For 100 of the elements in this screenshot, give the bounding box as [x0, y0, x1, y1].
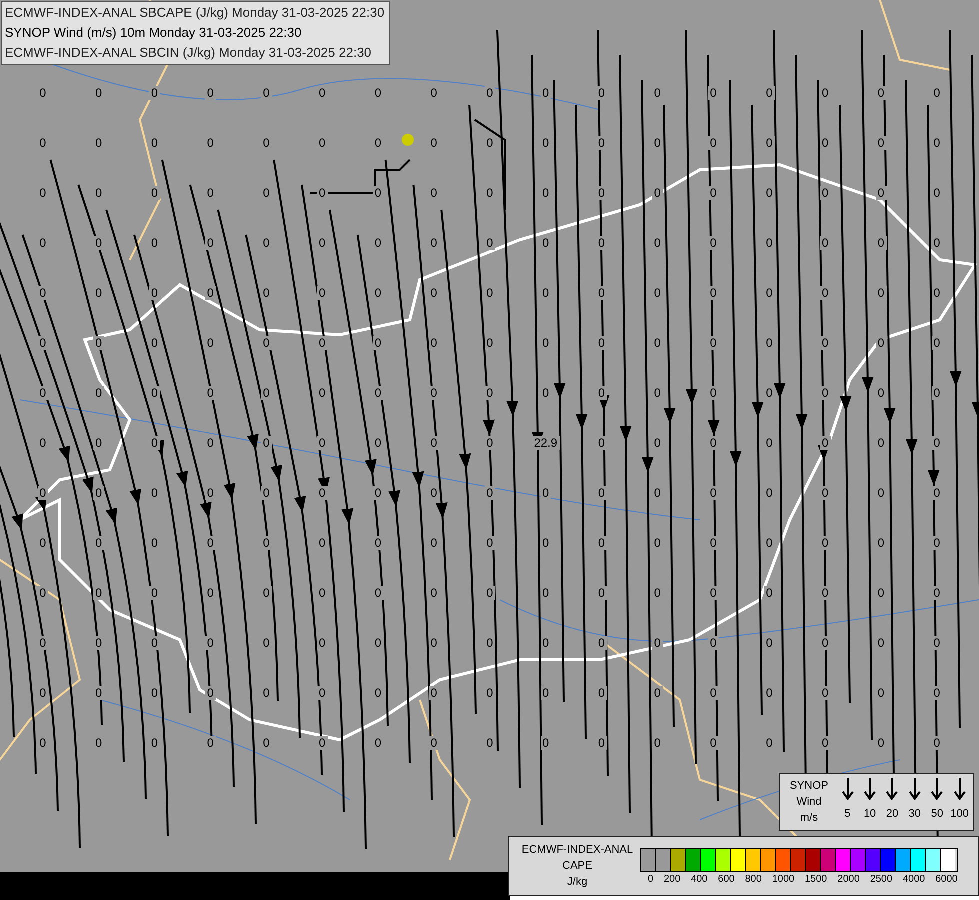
- map-value: 0: [876, 436, 887, 450]
- map-value: 0: [708, 686, 719, 700]
- map-value: 0: [876, 286, 887, 300]
- speed-label: 100: [950, 808, 969, 820]
- map-value: 0: [261, 636, 272, 650]
- map-value: 0: [540, 186, 552, 200]
- map-value: 0: [317, 536, 328, 550]
- map-value: 0: [708, 536, 719, 550]
- map-value: 0: [820, 486, 831, 500]
- map-value: 0: [372, 136, 384, 150]
- map-value: 0: [932, 486, 942, 500]
- map-value: 0: [93, 386, 104, 400]
- map-value: 0: [317, 736, 328, 750]
- map-value: 0: [764, 86, 775, 100]
- map-value: 0: [652, 736, 663, 750]
- map-value: 0: [372, 686, 384, 700]
- map-value: 0: [205, 536, 216, 550]
- map-value: 0: [149, 86, 160, 100]
- map-value: 0: [149, 736, 160, 750]
- map-value: 0: [205, 286, 216, 300]
- scale-label: 0: [648, 874, 654, 884]
- arrow-icon: [954, 778, 966, 800]
- map-value: 0: [596, 736, 608, 750]
- map-value: 0: [652, 336, 663, 350]
- map-value: 0: [372, 536, 384, 550]
- map-value: 0: [596, 286, 608, 300]
- map-value: 0: [708, 436, 719, 450]
- map-value: 0: [93, 686, 104, 700]
- map-value: 0: [317, 586, 328, 600]
- map-value: 0: [38, 736, 48, 750]
- map-value: 0: [261, 236, 272, 250]
- map-value: 0: [932, 536, 942, 550]
- map-value: 0: [540, 636, 552, 650]
- map-value: 0: [484, 336, 496, 350]
- speed-label: 5: [844, 808, 851, 820]
- map-value: 0: [540, 586, 552, 600]
- map-value: 0: [261, 486, 272, 500]
- map-value: 0: [652, 636, 663, 650]
- map-value: 0: [372, 436, 384, 450]
- map-value: 0: [372, 636, 384, 650]
- map-value: 0: [149, 186, 160, 200]
- map-value: 0: [540, 236, 552, 250]
- map-value: 0: [540, 536, 552, 550]
- legend-title: m/s: [800, 811, 818, 826]
- map-value: 0: [708, 586, 719, 600]
- map-value: 0: [596, 486, 608, 500]
- map-value: 0: [38, 436, 48, 450]
- map-value: 0: [652, 586, 663, 600]
- map-value: 0: [764, 436, 775, 450]
- map-value: 0: [652, 486, 663, 500]
- map-value: 0: [149, 586, 160, 600]
- map-value: 0: [708, 486, 719, 500]
- map-value: 0: [205, 486, 216, 500]
- map-value: 0: [317, 686, 328, 700]
- map-value: 0: [652, 436, 663, 450]
- map-value: 22.9: [532, 436, 560, 450]
- legend-title: J/kg: [567, 875, 588, 890]
- arrow-icon: [908, 778, 921, 800]
- map-value: 0: [261, 736, 272, 750]
- map-value: 0: [596, 186, 608, 200]
- map-value: 0: [708, 236, 719, 250]
- map-value: 0: [428, 636, 440, 650]
- map-value: 0: [764, 186, 775, 200]
- map-value: 0: [428, 86, 440, 100]
- map-value: 0: [93, 286, 104, 300]
- map-value: 0: [820, 536, 831, 550]
- map-value: 0: [652, 686, 663, 700]
- map-value: 0: [205, 186, 216, 200]
- map-value: 0: [428, 536, 440, 550]
- map-value: 0: [38, 86, 48, 100]
- map-value: 0: [540, 686, 552, 700]
- map-value: 0: [876, 186, 887, 200]
- map-value: 0: [317, 86, 328, 100]
- scale-label: 6000: [936, 874, 958, 884]
- map-value: 0: [205, 136, 216, 150]
- map-value: 0: [205, 586, 216, 600]
- map-value: 0: [820, 436, 831, 450]
- map-value: 0: [428, 686, 440, 700]
- speed-label: 10: [864, 808, 876, 820]
- map-value: 0: [93, 736, 104, 750]
- map-value: 0: [540, 286, 552, 300]
- map-value: 0: [317, 336, 328, 350]
- map-value: 0: [317, 386, 328, 400]
- map-value: 0: [484, 186, 496, 200]
- map-value: 0: [596, 136, 608, 150]
- map-value: 0: [932, 136, 942, 150]
- map-value: 0: [932, 336, 942, 350]
- map-value: 0: [652, 86, 663, 100]
- map-value: 0: [484, 736, 496, 750]
- map-value: 0: [149, 636, 160, 650]
- map-value: 0: [764, 336, 775, 350]
- map-value: 0: [149, 236, 160, 250]
- map-value: 0: [540, 86, 552, 100]
- map-value: 0: [261, 686, 272, 700]
- map-value: 0: [205, 436, 216, 450]
- map-value: 0: [38, 636, 48, 650]
- layer-title: SYNOP Wind (m/s) 10m Monday 31-03-2025 22:30: [5, 24, 303, 42]
- map-value: 0: [205, 86, 216, 100]
- legend-title: ECMWF-INDEX-ANAL: [522, 843, 634, 858]
- map-value: 0: [428, 586, 440, 600]
